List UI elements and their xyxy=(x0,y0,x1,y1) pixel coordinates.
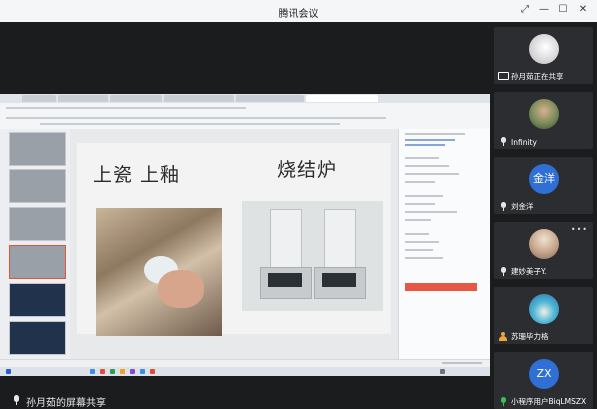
taskbar-app-icon[interactable] xyxy=(120,369,125,374)
window-title: 腾讯会议 xyxy=(278,9,319,20)
participant-avatar xyxy=(529,99,559,129)
minimize-icon[interactable]: — xyxy=(537,3,551,17)
slide-thumbnail[interactable] xyxy=(9,207,66,241)
close-icon[interactable]: ✕ xyxy=(576,3,590,17)
mic-active-icon xyxy=(500,397,507,406)
maximize-icon[interactable]: ☐ xyxy=(556,3,570,17)
browser-tab-strip xyxy=(0,94,490,103)
participant-avatar xyxy=(529,34,559,64)
browser-tab[interactable] xyxy=(58,95,108,102)
mic-muted-icon xyxy=(500,137,507,146)
taskbar-app-icon[interactable] xyxy=(110,369,115,374)
presentation-toolbar[interactable] xyxy=(0,103,490,130)
slide-editor-area: 上瓷 上釉 烧结炉 xyxy=(70,129,398,359)
sintering-furnace-photo xyxy=(242,201,383,311)
participant-tile[interactable]: 金洋 刘金洋 xyxy=(494,157,593,214)
taskbar-app-icon[interactable] xyxy=(150,369,155,374)
participant-avatar: 金洋 xyxy=(529,164,559,194)
screen-share-icon xyxy=(498,72,509,80)
browser-tab[interactable] xyxy=(110,95,162,102)
participant-avatar xyxy=(529,229,559,259)
slide-thumbnail-panel[interactable] xyxy=(0,129,70,359)
participant-list: 孙月茹正在共享 Infinity 金洋 刘金洋 ••• 建妙美子Y. 苏珊毕力格… xyxy=(490,22,597,409)
taskbar xyxy=(0,367,490,376)
glazing-photo xyxy=(96,208,222,336)
participant-tile[interactable]: Infinity xyxy=(494,92,593,149)
participant-name: 孙月茹正在共享 xyxy=(511,72,564,81)
browser-tab[interactable] xyxy=(236,95,304,102)
screen-share-status-bar: 孙月茹的屏幕共享 xyxy=(0,392,490,409)
slide-heading-right: 烧结炉 xyxy=(277,159,338,181)
taskbar-app-icon[interactable] xyxy=(130,369,135,374)
shared-screen-content[interactable]: 上瓷 上釉 烧结炉 xyxy=(0,94,491,376)
slide-thumbnail[interactable] xyxy=(9,321,66,355)
shared-screen-stage: 上瓷 上釉 烧结炉 xyxy=(0,22,491,392)
participant-tile[interactable]: ••• 建妙美子Y. xyxy=(494,222,593,279)
panel-action-button[interactable] xyxy=(405,283,477,291)
taskbar-app-icon[interactable] xyxy=(140,369,145,374)
participant-name: 刘金洋 xyxy=(511,202,534,211)
participant-name: 小程序用户BiqLMSZX xyxy=(511,397,587,406)
title-bar: 腾讯会议 ⤢ — ☐ ✕ xyxy=(0,0,597,22)
mic-muted-icon xyxy=(500,202,507,211)
side-task-panel[interactable] xyxy=(398,129,491,359)
participant-tile[interactable]: ZX 小程序用户BiqLMSZX xyxy=(494,352,593,409)
system-tray-icon[interactable] xyxy=(440,369,445,374)
slide-heading-left: 上瓷 上釉 xyxy=(93,164,181,186)
restore-icon[interactable]: ⤢ xyxy=(518,3,532,17)
mic-muted-icon xyxy=(500,267,507,276)
taskbar-app-icon[interactable] xyxy=(100,369,105,374)
more-options-icon[interactable]: ••• xyxy=(571,225,588,234)
participant-name: 苏珊毕力格 xyxy=(511,332,549,341)
participant-avatar: ZX xyxy=(529,359,559,389)
slide-thumbnail[interactable] xyxy=(9,169,66,203)
participant-avatar xyxy=(529,294,559,324)
browser-tab[interactable] xyxy=(164,95,234,102)
participant-name: 建妙美子Y. xyxy=(511,267,547,276)
start-icon[interactable] xyxy=(6,369,11,374)
slide-thumbnail-selected[interactable] xyxy=(9,245,66,279)
zoom-slider[interactable] xyxy=(442,362,482,364)
screen-share-label: 孙月茹的屏幕共享 xyxy=(26,398,106,409)
slide-thumbnail[interactable] xyxy=(9,132,66,166)
participant-tile[interactable]: 孙月茹正在共享 xyxy=(494,27,593,84)
taskbar-app-icon[interactable] xyxy=(90,369,95,374)
participant-name: Infinity xyxy=(511,138,537,147)
person-icon xyxy=(499,332,507,341)
slide-thumbnail[interactable] xyxy=(9,283,66,317)
mic-icon[interactable] xyxy=(13,395,20,405)
browser-tab-active[interactable] xyxy=(306,95,378,102)
participant-tile[interactable]: 苏珊毕力格 xyxy=(494,287,593,344)
browser-tab[interactable] xyxy=(22,95,56,102)
current-slide: 上瓷 上釉 烧结炉 xyxy=(77,143,391,336)
